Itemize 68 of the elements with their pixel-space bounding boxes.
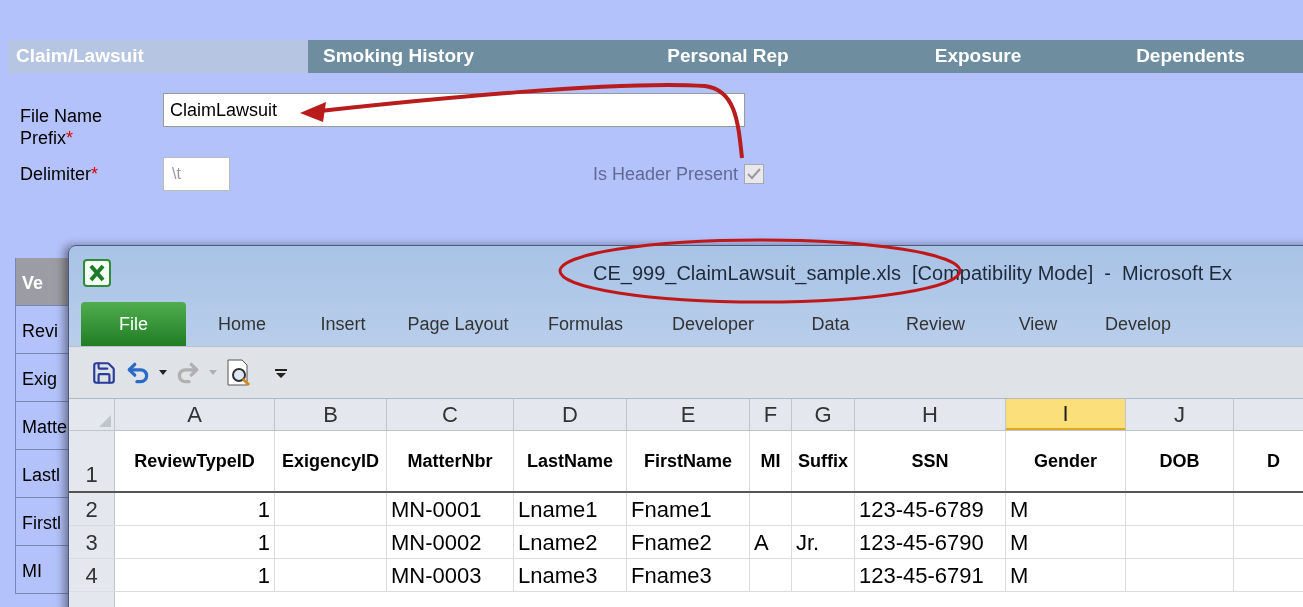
column-header[interactable]: D	[514, 399, 627, 430]
checkbox-label: Is Header Present	[593, 162, 739, 186]
customize-icon[interactable]	[275, 367, 287, 378]
table-cell: M	[1006, 526, 1126, 558]
table-cell: A	[750, 526, 792, 558]
column-title: ExigencyID	[275, 431, 387, 491]
table-cell: M	[1006, 493, 1126, 525]
row-number[interactable]: 1	[69, 431, 115, 491]
column-title: MatterNbr	[387, 431, 514, 491]
column-title: SSN	[855, 431, 1006, 491]
table-cell: Jr.	[792, 526, 855, 558]
ribbon-tab[interactable]: Data	[783, 302, 878, 346]
column-title: MI	[750, 431, 792, 491]
table-cell: 123-45-6789	[855, 493, 1006, 525]
caret-icon[interactable]	[159, 370, 167, 375]
table-cell: 123-45-6791	[855, 559, 1006, 591]
table-cell: Lname3	[514, 559, 627, 591]
form-tab[interactable]: Personal Rep	[578, 40, 878, 73]
ribbon-tab[interactable]: File	[81, 302, 186, 346]
ribbon-tab[interactable]: Formulas	[528, 302, 643, 346]
table-cell: MN-0001	[387, 493, 514, 525]
column-title: Gender	[1006, 431, 1126, 491]
check-icon	[747, 168, 762, 180]
print-preview-icon[interactable]	[225, 357, 253, 388]
table-cell: MN-0002	[387, 526, 514, 558]
form-tab[interactable]: Smoking History	[308, 40, 578, 73]
ribbon-tab[interactable]: Page Layout	[388, 302, 528, 346]
ribbon-tab[interactable]: Developer	[643, 302, 783, 346]
ribbon-tab[interactable]: Review	[878, 302, 993, 346]
column-header[interactable]: F	[750, 399, 792, 430]
table-cell: Fname1	[627, 493, 750, 525]
ribbon-tab[interactable]: Home	[186, 302, 298, 346]
table-cell: 123-45-6790	[855, 526, 1006, 558]
table-cell: 1	[115, 559, 275, 591]
column-title: D	[1234, 431, 1303, 491]
column-header[interactable]: A	[115, 399, 275, 430]
excel-logo-icon	[83, 259, 111, 287]
form-tab[interactable]: Exposure	[878, 40, 1078, 73]
row-number[interactable]: 2	[69, 493, 115, 525]
column-title: Suffix	[792, 431, 855, 491]
column-title: FirstName	[627, 431, 750, 491]
table-cell: Fname2	[627, 526, 750, 558]
table-cell: Lname2	[514, 526, 627, 558]
table-cell: 1	[115, 526, 275, 558]
column-title: DOB	[1126, 431, 1234, 491]
form-tab[interactable]: Dependents	[1078, 40, 1303, 73]
table-cell: M	[1006, 559, 1126, 591]
column-header[interactable]: B	[275, 399, 387, 430]
save-icon[interactable]	[91, 359, 117, 386]
row-number[interactable]: 4	[69, 559, 115, 591]
table-cell: MN-0003	[387, 559, 514, 591]
ribbon-tab[interactable]: View	[993, 302, 1083, 346]
table-cell: Lname1	[514, 493, 627, 525]
ribbon-tab[interactable]: Insert	[298, 302, 388, 346]
ribbon-tab[interactable]: Develop	[1083, 302, 1193, 346]
column-header[interactable]: E	[627, 399, 750, 430]
column-header[interactable]: C	[387, 399, 514, 430]
row-number[interactable]: 3	[69, 526, 115, 558]
column-header[interactable]: I	[1006, 399, 1126, 430]
column-title: LastName	[514, 431, 627, 491]
column-title: ReviewTypeID	[115, 431, 275, 491]
column-header[interactable]: J	[1126, 399, 1234, 430]
table-cell: 1	[115, 493, 275, 525]
input-field[interactable]: ClaimLawsuit	[163, 93, 745, 127]
table-cell: Fname3	[627, 559, 750, 591]
field-label: Delimiter*	[20, 162, 100, 186]
column-header[interactable]: G	[792, 399, 855, 430]
field-label: File Name Prefix*	[20, 105, 104, 149]
